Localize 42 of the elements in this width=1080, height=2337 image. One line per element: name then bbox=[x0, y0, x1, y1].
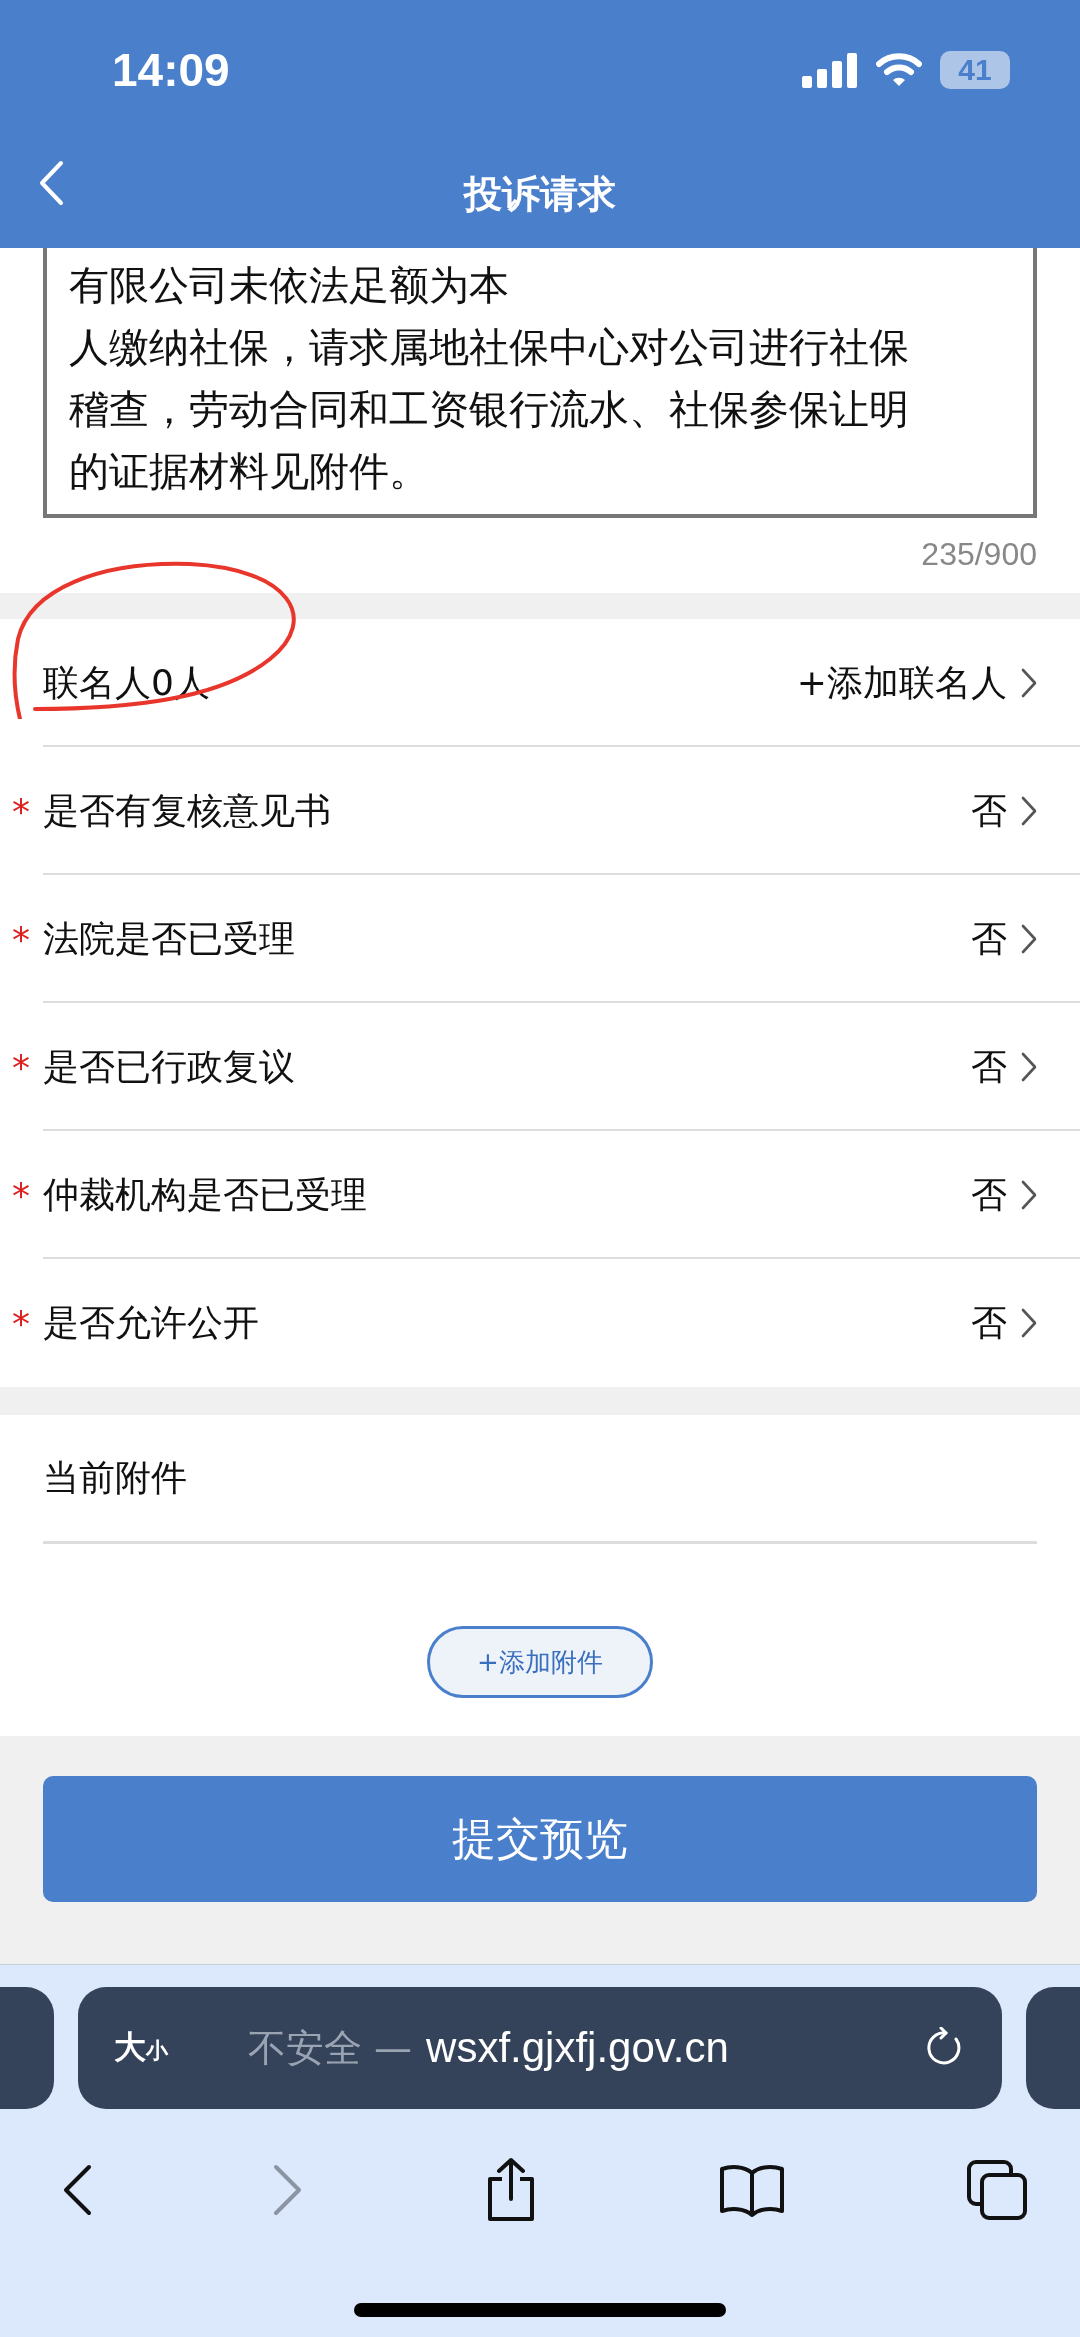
add-attachment-button[interactable]: +添加附件 bbox=[427, 1626, 653, 1698]
chevron-icon bbox=[1021, 796, 1037, 826]
row-value: +添加联名人 bbox=[796, 660, 1007, 705]
row-value: 否 bbox=[971, 1300, 1007, 1345]
chevron-icon bbox=[1021, 1308, 1037, 1338]
submit-preview-button[interactable]: 提交预览 bbox=[43, 1776, 1037, 1902]
page-title: 投诉请求 bbox=[464, 170, 616, 218]
chevron-icon bbox=[1021, 1052, 1037, 1082]
form-row[interactable]: * 是否允许公开 否 bbox=[0, 1259, 1080, 1387]
url-text: wsxf.gjxfj.gov.cn bbox=[426, 2024, 730, 2072]
chevron-icon bbox=[1021, 1180, 1037, 1210]
signal-icon bbox=[802, 52, 858, 88]
tabs-icon[interactable] bbox=[966, 2159, 1028, 2221]
required-mark: * bbox=[12, 1303, 30, 1344]
complaint-text-area[interactable]: 有限公司未依法足额为本 人缴纳社保，请求属地社保中心对公司进行社保 稽查，劳动合同和工资银行流水、社保参保让明 的证据材料见附件。 bbox=[43, 248, 1037, 518]
adjacent-tab[interactable] bbox=[0, 1987, 54, 2109]
row-value: 否 bbox=[971, 1044, 1007, 1089]
chevron-icon bbox=[1021, 924, 1037, 954]
back-icon[interactable] bbox=[62, 2164, 92, 2216]
row-value: 否 bbox=[971, 1172, 1007, 1217]
text-size-button[interactable]: 大小 bbox=[114, 2026, 168, 2070]
row-value: 否 bbox=[971, 916, 1007, 961]
character-counter: 235/900 bbox=[920, 536, 1037, 573]
row-label: 法院是否已受理 bbox=[43, 916, 296, 961]
row-label: 是否允许公开 bbox=[43, 1300, 260, 1345]
adjacent-tab[interactable] bbox=[1026, 1987, 1080, 2109]
row-label: 是否已行政复议 bbox=[43, 1044, 296, 1089]
status-time: 14:09 bbox=[112, 43, 230, 97]
row-label: 是否有复核意见书 bbox=[43, 788, 332, 833]
wifi-icon bbox=[876, 53, 922, 87]
address-bar[interactable]: 大小 不安全 — wsxf.gjxfj.gov.cn bbox=[78, 1987, 1002, 2109]
bookmarks-icon[interactable] bbox=[719, 2163, 785, 2217]
row-label: 仲裁机构是否已受理 bbox=[43, 1172, 368, 1217]
battery-icon: 41 bbox=[940, 51, 1010, 89]
security-label: 不安全 — bbox=[248, 2024, 413, 2072]
required-mark: * bbox=[12, 1047, 30, 1088]
required-mark: * bbox=[12, 919, 30, 960]
required-mark: * bbox=[12, 1175, 30, 1216]
row-value: 否 bbox=[971, 788, 1007, 833]
required-mark: * bbox=[12, 791, 30, 832]
chevron-icon bbox=[1021, 668, 1037, 698]
attachments-title: 当前附件 bbox=[43, 1415, 1037, 1544]
